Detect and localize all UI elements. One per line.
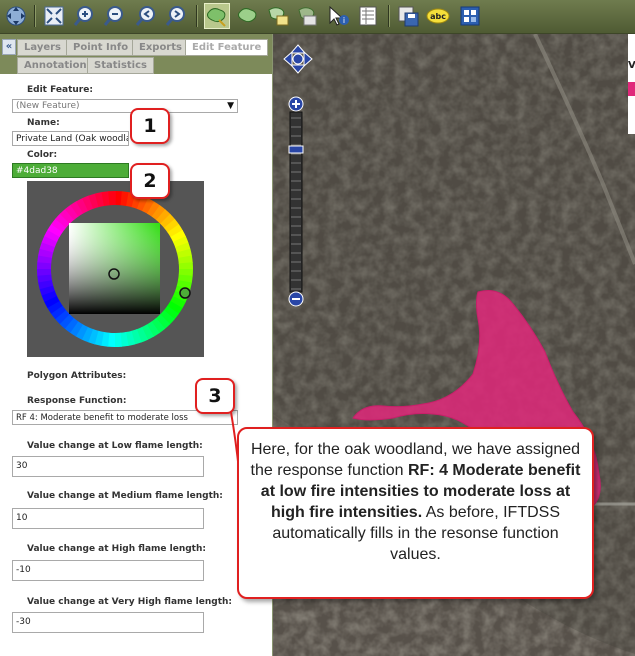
tab-layers[interactable]: Layers	[17, 39, 68, 56]
label-icon[interactable]: abc	[426, 4, 450, 28]
color-wheel[interactable]	[27, 181, 204, 357]
chevron-down-icon: ▼	[227, 101, 234, 111]
color-label: Color:	[27, 150, 58, 160]
tab-annotation[interactable]: Annotation	[17, 57, 94, 74]
zoom-next-icon[interactable]	[164, 4, 188, 28]
medium-flame-label: Value change at Medium flame length:	[27, 491, 223, 501]
svg-text:abc: abc	[430, 12, 446, 21]
tab-point-info[interactable]: Point Info	[66, 39, 136, 56]
name-label: Name:	[27, 118, 60, 128]
pan-arrows-icon[interactable]	[283, 44, 313, 74]
zoom-slider-handle[interactable]	[288, 145, 304, 154]
callout-number-1: 1	[130, 108, 170, 144]
zoom-previous-icon[interactable]	[134, 4, 158, 28]
select-feature-icon[interactable]	[296, 4, 320, 28]
response-function-label: Response Function:	[27, 396, 127, 406]
tab-statistics[interactable]: Statistics	[87, 57, 154, 74]
tab-bar: « Layers Point Info Exports Edit Feature…	[0, 34, 272, 74]
toolbar-separator	[196, 5, 197, 27]
toolbar-separator	[388, 5, 389, 27]
hue-handle[interactable]	[179, 287, 191, 299]
callout-number-2: 2	[130, 163, 170, 199]
table-icon[interactable]	[356, 4, 380, 28]
zoom-in-icon[interactable]	[72, 4, 96, 28]
zoom-slider[interactable]	[287, 96, 305, 308]
draw-polygon-icon[interactable]	[204, 3, 230, 29]
edit-feature-select[interactable]: (New Feature) ▼	[12, 99, 238, 113]
edit-feature-value: (New Feature)	[16, 101, 80, 111]
color-input[interactable]: #4dad38	[12, 163, 129, 178]
explanation-callout: Here, for the oak woodland, we have assi…	[237, 427, 594, 599]
zoom-out-icon[interactable]	[102, 4, 126, 28]
low-flame-label: Value change at Low flame length:	[27, 441, 203, 451]
identify-icon[interactable]: i	[326, 4, 350, 28]
legend-swatch	[628, 82, 635, 96]
map-corner-label: V	[628, 60, 635, 71]
polygon-attributes-label: Polygon Attributes:	[27, 371, 127, 381]
name-input[interactable]: Private Land (Oak woodla	[12, 131, 129, 146]
low-flame-input[interactable]: 30	[12, 456, 204, 477]
full-extent-icon[interactable]	[42, 4, 66, 28]
svg-text:i: i	[343, 16, 345, 25]
toolbar-separator	[34, 5, 35, 27]
erase-icon[interactable]	[266, 4, 290, 28]
high-flame-label: Value change at High flame length:	[27, 544, 206, 554]
pan-zoom-icon[interactable]	[4, 4, 28, 28]
tab-edit-feature[interactable]: Edit Feature	[185, 39, 269, 56]
high-flame-input[interactable]: -10	[12, 560, 204, 581]
main-toolbar: i abc	[0, 0, 635, 34]
edit-polygon-icon[interactable]	[236, 4, 260, 28]
color-picker[interactable]	[27, 181, 204, 357]
tab-exports[interactable]: Exports	[132, 39, 189, 56]
callout-number-3: 3	[195, 378, 235, 414]
save-icon[interactable]	[396, 4, 420, 28]
very-high-flame-label: Value change at Very High flame length:	[27, 597, 233, 607]
info-icon[interactable]	[458, 4, 482, 28]
medium-flame-input[interactable]: 10	[12, 508, 204, 529]
very-high-flame-input[interactable]: -30	[12, 612, 204, 633]
edit-feature-label: Edit Feature:	[27, 85, 93, 95]
collapse-panel-button[interactable]: «	[2, 39, 16, 55]
